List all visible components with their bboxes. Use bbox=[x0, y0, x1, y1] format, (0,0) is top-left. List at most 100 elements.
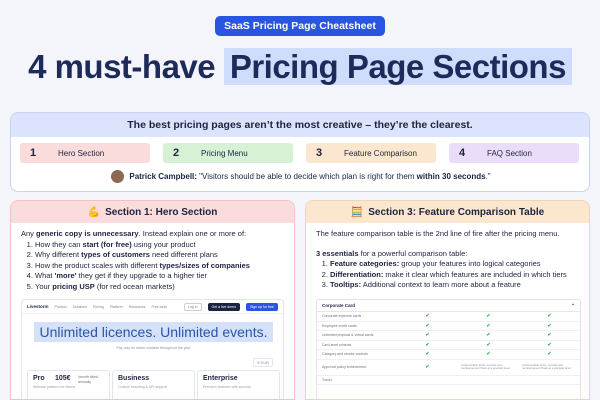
intro-title: The best pricing pages aren’t the most c… bbox=[11, 113, 589, 137]
table-row: Card-level controls ✔ ✔ ✔ bbox=[317, 341, 580, 350]
mock-nav-item: Solutions bbox=[72, 304, 87, 309]
mock-plan-desc: Webinar platform for teams bbox=[33, 385, 76, 389]
section-pill-number: 2 bbox=[173, 147, 180, 159]
list-item: Your pricing USP (for red ocean markets) bbox=[35, 282, 284, 293]
check-icon: ✔ bbox=[486, 313, 491, 320]
section-pill-label: Pricing Menu bbox=[201, 148, 248, 158]
headline-highlight: Pricing Page Sections bbox=[223, 48, 572, 85]
hero-list: How they can start (for free) using your… bbox=[21, 240, 284, 293]
section-pill-feature-comparison: 3 Feature Comparison bbox=[306, 143, 436, 163]
check-icon: ✔ bbox=[547, 313, 552, 320]
flexed-biceps-icon: 💪 bbox=[87, 206, 101, 218]
mock-table-title: Corporate Card ⌃ bbox=[317, 300, 580, 312]
mock-plan-name: Enterprise bbox=[203, 375, 238, 382]
hero-section-title: Section 1: Hero Section bbox=[105, 206, 218, 218]
feature-comparison-card: 🧮 Section 3: Feature Comparison Table Th… bbox=[305, 200, 590, 400]
section-pill-hero: 1 Hero Section bbox=[20, 143, 150, 163]
mock-plan-desc: Premium features with security bbox=[203, 385, 251, 389]
comparison-essentials: 3 essentials for a powerful comparison t… bbox=[316, 248, 468, 258]
check-icon: ✔ bbox=[547, 341, 552, 348]
list-item: Tooltips: Additional context to learn mo… bbox=[330, 280, 579, 291]
quote-emphasis: within 30 seconds bbox=[416, 172, 486, 181]
mock-plan-unit: /month billed annually bbox=[78, 375, 98, 384]
hero-section-header: 💪 Section 1: Hero Section bbox=[11, 201, 294, 223]
check-icon: ✔ bbox=[547, 332, 552, 339]
tooltip-note: Customizable limits, controls and reimbu… bbox=[522, 362, 571, 370]
table-row: Unlimited physical & virtual cards ✔ ✔ ✔ bbox=[317, 331, 580, 341]
intro-card: The best pricing pages aren’t the most c… bbox=[10, 112, 590, 192]
section-pill-number: 3 bbox=[316, 147, 323, 159]
mock-nav-item: Platform bbox=[109, 304, 123, 309]
mock-plan-business: Business Custom branding & API support bbox=[112, 370, 195, 399]
mock-nav-item: Free tools bbox=[151, 304, 168, 309]
mock-nav-item: Resources bbox=[128, 304, 146, 309]
list-item: What 'more' they get if they upgrade to … bbox=[35, 271, 284, 282]
quote: Patrick Campbell: "Visitors should be ab… bbox=[11, 170, 589, 183]
mock-plan-name: Business bbox=[118, 375, 150, 382]
check-icon: ✔ bbox=[425, 332, 430, 339]
headline-prefix: 4 must-have bbox=[28, 48, 216, 85]
feature-comparison-body: The feature comparison table is the 2nd … bbox=[306, 223, 589, 291]
mock-plan-enterprise: Enterprise Premium features with securit… bbox=[197, 370, 280, 399]
mock-plan-desc: Custom branding & API support bbox=[118, 385, 168, 389]
tooltip-note: Customizable limits, controls and reimbu… bbox=[461, 362, 510, 370]
table-row: Category and vendor controls ✔ ✔ ✔ bbox=[317, 350, 580, 360]
comparison-lead: The feature comparison table is the 2nd … bbox=[316, 229, 560, 238]
check-icon: ✔ bbox=[486, 322, 491, 329]
section-pill-number: 4 bbox=[459, 147, 466, 159]
table-row: Corporate expense cards ✔ ✔ ✔ bbox=[317, 312, 580, 322]
page-headline: 4 must-have Pricing Page Sections bbox=[0, 48, 600, 86]
section-pill-label: Feature Comparison bbox=[344, 148, 417, 158]
list-item: Why different types of customers need di… bbox=[35, 250, 284, 261]
quote-end: ." bbox=[485, 172, 491, 181]
mock-signup-button: Sign up for free bbox=[246, 302, 278, 311]
comparison-example-screenshot: Corporate Card ⌃ Corporate expense cards ✔… bbox=[316, 299, 581, 399]
cheatsheet-badge: SaaS Pricing Page Cheatsheet bbox=[215, 16, 385, 36]
check-icon: ✔ bbox=[486, 351, 491, 358]
mock-logo: Livestorm bbox=[27, 304, 49, 309]
mock-currency-select: € EUR bbox=[253, 358, 273, 367]
list-item: How the product scales with different ty… bbox=[35, 261, 284, 272]
avatar bbox=[111, 170, 125, 183]
check-icon: ✔ bbox=[486, 332, 491, 339]
list-item: Feature categories: group your features … bbox=[330, 259, 579, 270]
section-pill-number: 1 bbox=[30, 147, 37, 159]
abacus-icon: 🧮 bbox=[350, 206, 364, 218]
check-icon: ✔ bbox=[547, 351, 552, 358]
check-icon: ✔ bbox=[486, 341, 491, 348]
mock-nav-item: Product bbox=[54, 304, 67, 309]
check-icon: ✔ bbox=[547, 322, 552, 329]
list-item: How they can start (for free) using your… bbox=[35, 240, 284, 251]
section-pill-pricing-menu: 2 Pricing Menu bbox=[163, 143, 293, 163]
quote-author: Patrick Campbell: bbox=[129, 172, 197, 181]
mock-plan-pro: Pro 105€ /month billed annually Webinar … bbox=[27, 370, 110, 399]
comparison-list: Feature categories: group your features … bbox=[316, 259, 579, 291]
table-row: Approval policy enforcement ✔ Customizable… bbox=[317, 360, 580, 376]
section-pill-label: FAQ Section bbox=[487, 148, 532, 158]
table-row: Travel bbox=[317, 376, 580, 385]
feature-comparison-header: 🧮 Section 3: Feature Comparison Table bbox=[306, 201, 589, 223]
hero-section-card: 💪 Section 1: Hero Section Any generic co… bbox=[10, 200, 295, 400]
check-icon: ✔ bbox=[425, 351, 430, 358]
hero-intro: Any generic copy is unnecessary. Instead… bbox=[21, 229, 247, 238]
mock-hero-subtitle: Pay only for active contacts throughout … bbox=[116, 346, 191, 350]
check-icon: ✔ bbox=[425, 313, 430, 320]
table-row: Employee credit cards ✔ ✔ ✔ bbox=[317, 322, 580, 331]
mock-hero: Unlimited licences. Unlimited events. bbox=[22, 322, 285, 342]
section-pill-label: Hero Section bbox=[58, 148, 105, 158]
hero-example-screenshot: Livestorm Product Solutions Pricing Plat… bbox=[21, 299, 285, 399]
feature-comparison-title: Section 3: Feature Comparison Table bbox=[368, 206, 545, 218]
mock-hero-title: Unlimited licences. Unlimited events. bbox=[33, 322, 274, 342]
check-icon: ✔ bbox=[425, 322, 430, 329]
mock-nav-item: Pricing bbox=[92, 304, 104, 309]
hero-section-body: Any generic copy is unnecessary. Instead… bbox=[11, 223, 294, 292]
check-icon: ✔ bbox=[425, 341, 430, 348]
list-item: Differentiation: make it clear which fea… bbox=[330, 270, 579, 281]
mock-navbar: Livestorm Product Solutions Pricing Plat… bbox=[22, 300, 283, 314]
quote-text: "Visitors should be able to decide which… bbox=[199, 172, 415, 181]
mock-plan-price: 105€ bbox=[55, 375, 71, 382]
mock-login-button: Log in bbox=[184, 302, 202, 311]
section-pill-faq: 4 FAQ Section bbox=[449, 143, 579, 163]
chevron-up-icon: ⌃ bbox=[571, 303, 575, 308]
check-icon: ✔ bbox=[425, 364, 430, 370]
